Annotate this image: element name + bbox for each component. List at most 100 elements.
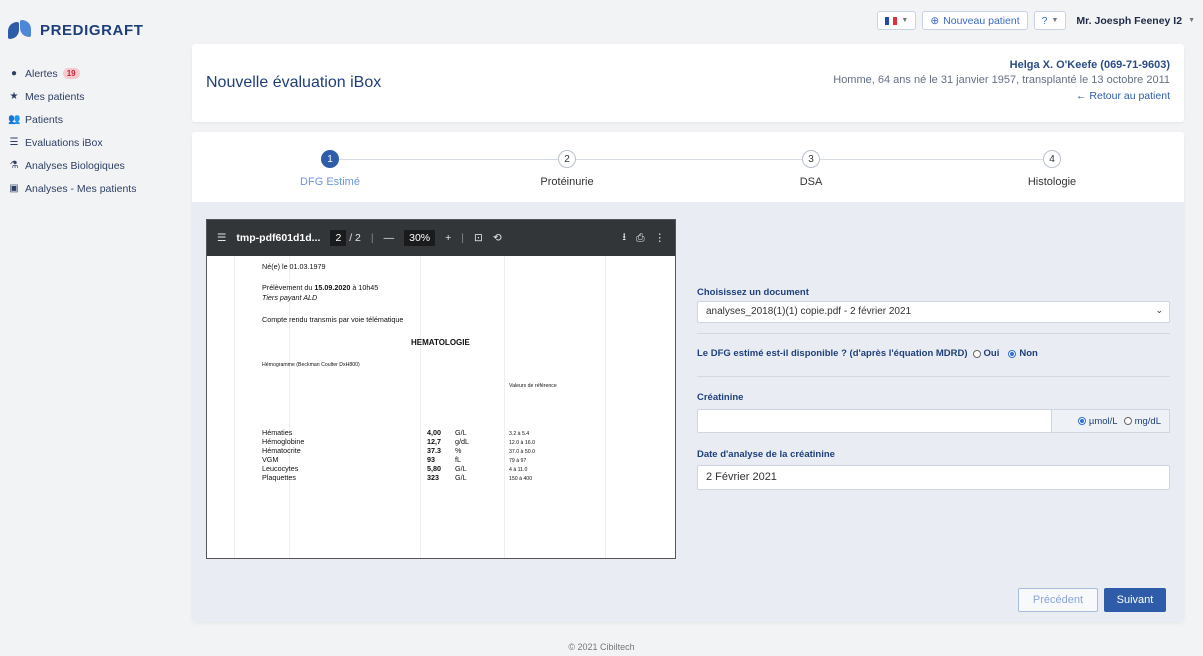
logo-icon: [8, 20, 32, 40]
download-icon[interactable]: ⭳: [622, 229, 626, 247]
pdf-row-ref: 12.0 à 16.0: [509, 440, 535, 446]
pdf-row-value: 93: [427, 455, 435, 464]
pdf-row-names: Hématies Hémoglobine Hématocrite VGM Leu…: [262, 428, 304, 482]
dfg-yes-radio[interactable]: Oui: [972, 348, 1000, 359]
step-label: Protéinurie: [540, 176, 594, 188]
pdf-row-value: 5,80: [427, 464, 441, 473]
patient-summary: Helga X. O'Keefe (069-71-9603) Homme, 64…: [833, 59, 1170, 102]
pdf-row-units: G/L g/dL % fL G/L G/L: [455, 428, 469, 482]
pdf-row-unit: G/L: [455, 428, 467, 437]
previous-button[interactable]: Précédent: [1018, 588, 1098, 612]
sidebar-item-evaluations[interactable]: ☰ Evaluations iBox: [8, 131, 178, 154]
creatinine-date-label: Date d'analyse de la créatinine: [697, 449, 835, 460]
sidebar-item-patients[interactable]: 👥 Patients: [8, 108, 178, 131]
sidebar-item-label: Patients: [25, 113, 63, 126]
app-logo[interactable]: PREDIGRAFT: [8, 20, 144, 40]
user-caret-icon[interactable]: ▼: [1188, 17, 1195, 24]
zoom-level[interactable]: 30%: [404, 230, 436, 246]
unit-umol-radio[interactable]: µmol/L: [1077, 416, 1118, 427]
creatinine-label: Créatinine: [697, 392, 744, 403]
creatinine-date-input[interactable]: 2 Février 2021: [697, 465, 1170, 490]
sidebar-item-label: Analyses - Mes patients: [25, 182, 137, 195]
pdf-row-value: 12,7: [427, 437, 441, 446]
page-guide: [504, 256, 505, 558]
toolbar-separator: |: [461, 232, 465, 244]
divider: [697, 333, 1170, 334]
zoom-in-icon[interactable]: +: [445, 232, 451, 244]
step-dfg[interactable]: 1 DFG Estimé: [230, 150, 430, 188]
pdf-toolbar: ☰ tmp-pdf601d1d... 2 / 2 | — 30% + | ⊡ ⟲…: [207, 220, 675, 256]
sidebar: ● Alertes 19 ★ Mes patients 👥 Patients ☰…: [8, 62, 178, 200]
test-tube-icon: ⚗: [9, 160, 19, 171]
radio-dot-selected: [1008, 349, 1017, 358]
page-guide: [605, 256, 606, 558]
app-name: PREDIGRAFT: [40, 21, 144, 39]
more-options-icon[interactable]: ⋮: [655, 232, 666, 244]
next-button[interactable]: Suivant: [1104, 588, 1166, 612]
pdf-row-ref: 37.0 à 50.0: [509, 449, 535, 455]
pdf-row-unit: G/L: [455, 473, 467, 482]
pdf-row-ref: 3.2 à 5.4: [509, 431, 530, 437]
page-input[interactable]: 2: [330, 230, 347, 246]
page-indicator: 2 / 2: [330, 230, 361, 246]
sidebar-item-label: Alertes: [25, 67, 58, 80]
pdf-row-value: 37.3: [427, 446, 441, 455]
step-body: ☰ tmp-pdf601d1d... 2 / 2 | — 30% + | ⊡ ⟲…: [192, 202, 1184, 622]
rotate-icon[interactable]: ⟲: [493, 232, 502, 244]
step-dsa[interactable]: 3 DSA: [711, 150, 911, 188]
page-total: / 2: [349, 232, 361, 244]
sidebar-item-alertes[interactable]: ● Alertes 19: [8, 62, 178, 85]
fit-page-icon[interactable]: ⊡: [474, 232, 483, 244]
pdf-row-unit: g/dL: [455, 437, 469, 446]
sidebar-item-analyses-mes-patients[interactable]: ▣ Analyses - Mes patients: [8, 177, 178, 200]
pdf-sample-line: Prélèvement du 15.09.2020 à 10h45: [262, 283, 378, 292]
pdf-row-name: Hémoglobine: [262, 437, 305, 446]
page-title: Nouvelle évaluation iBox: [206, 74, 382, 91]
pdf-row-refs: 3.2 à 5.4 12.0 à 16.0 37.0 à 50.0 79 à 9…: [509, 430, 535, 484]
pdf-born: Né(e) le 01.03.1979: [262, 262, 326, 271]
document-select[interactable]: analyses_2018(1)(1) copie.pdf - 2 févrie…: [697, 301, 1170, 323]
alert-count-badge: 19: [62, 68, 80, 79]
dfg-yes-label: Oui: [983, 348, 1000, 359]
sidebar-item-label: Analyses Biologiques: [25, 159, 125, 172]
pdf-row-ref: 4 à 11.0: [509, 467, 528, 473]
dfg-no-radio[interactable]: Non: [1008, 348, 1038, 359]
document-label: Choisissez un document: [697, 287, 809, 298]
new-patient-label: Nouveau patient: [943, 14, 1020, 27]
print-icon[interactable]: ⎙: [636, 232, 644, 245]
radio-dot: [1123, 417, 1132, 425]
step-number: 2: [558, 150, 576, 168]
zoom-out-icon[interactable]: —: [384, 232, 395, 244]
creatinine-input[interactable]: [697, 409, 1052, 433]
sidebar-item-analyses[interactable]: ⚗ Analyses Biologiques: [8, 154, 178, 177]
language-dropdown[interactable]: ▼: [877, 11, 917, 30]
step-proteinurie[interactable]: 2 Protéinurie: [467, 150, 667, 188]
plus-circle-icon: ⊕: [930, 14, 940, 27]
radio-dot: [972, 349, 981, 358]
step-histologie[interactable]: 4 Histologie: [952, 150, 1152, 188]
back-to-patient-link[interactable]: ← Retour au patient: [833, 90, 1170, 102]
dfg-question-row: Le DFG estimé est-il disponible ? (d'apr…: [697, 348, 1038, 359]
sidebar-item-mes-patients[interactable]: ★ Mes patients: [8, 85, 178, 108]
pdf-row-value: 4,00: [427, 428, 441, 437]
page-guide: [234, 256, 235, 558]
pdf-transmit: Compte rendu transmis par voie télématiq…: [262, 315, 404, 324]
pdf-viewer[interactable]: ☰ tmp-pdf601d1d... 2 / 2 | — 30% + | ⊡ ⟲…: [206, 219, 676, 559]
help-dropdown[interactable]: ? ▼: [1033, 11, 1067, 30]
pdf-section-title: HEMATOLOGIE: [411, 338, 470, 347]
user-menu[interactable]: Mr. Joesph Feeney I2: [1076, 15, 1182, 27]
sidebar-item-label: Evaluations iBox: [25, 136, 103, 149]
pdf-ref-header: Valeurs de référence: [509, 383, 557, 389]
document-star-icon: ▣: [9, 183, 19, 194]
sidebar-item-label: Mes patients: [25, 90, 85, 103]
pdf-row-name: Hématocrite: [262, 446, 301, 455]
chevron-down-icon: ⌄: [1155, 305, 1163, 315]
list-icon: ☰: [9, 137, 19, 148]
users-icon: 👥: [8, 114, 21, 125]
pdf-row-unit: fL: [455, 455, 461, 464]
pdf-row-values: 4,00 12,7 37.3 93 5,80 323: [427, 428, 441, 482]
menu-icon[interactable]: ☰: [217, 232, 226, 244]
new-patient-button[interactable]: ⊕ Nouveau patient: [922, 11, 1028, 30]
step-number: 1: [321, 150, 339, 168]
unit-mgdl-radio[interactable]: mg/dL: [1123, 416, 1161, 427]
